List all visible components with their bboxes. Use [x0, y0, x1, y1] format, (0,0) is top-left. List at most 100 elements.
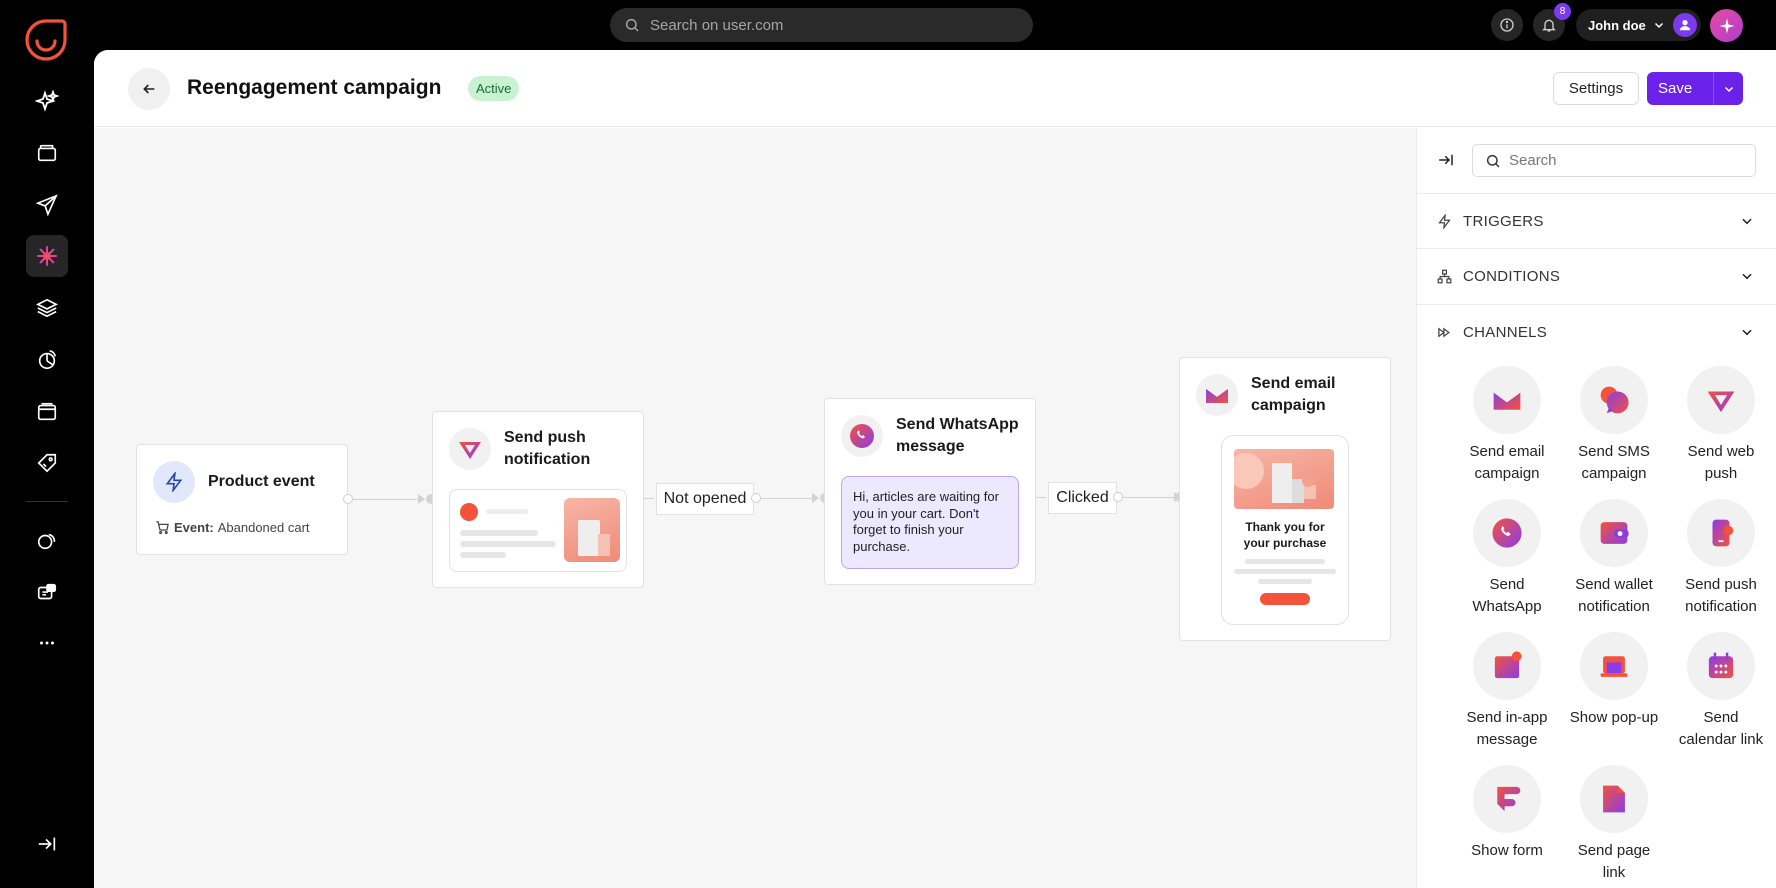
- tile-label-line: Send web: [1687, 443, 1755, 460]
- channel-show-pop-up[interactable]: Show pop-up: [1559, 632, 1669, 729]
- placeholder-line: [1245, 559, 1325, 564]
- tile-label-line: push: [1704, 465, 1738, 482]
- email-preview-image: [1234, 449, 1334, 509]
- nav-layers[interactable]: [26, 287, 68, 329]
- tile-label: Send WhatsApp: [1452, 574, 1562, 618]
- settings-button[interactable]: Settings: [1553, 72, 1639, 105]
- connector-label-clicked[interactable]: Clicked: [1048, 482, 1117, 514]
- expand-sidebar-icon: [38, 837, 56, 851]
- global-search-input[interactable]: Search on user.com: [610, 8, 1033, 42]
- tile-icon-circle: [1687, 366, 1755, 434]
- email-preview-cta: [1260, 593, 1310, 605]
- section-triggers[interactable]: TRIGGERS: [1417, 193, 1776, 248]
- chevron-down-icon: [1654, 22, 1663, 29]
- wallet-icon: [1600, 522, 1629, 544]
- nav-sparkles[interactable]: [26, 81, 68, 123]
- save-button[interactable]: Save: [1647, 72, 1743, 105]
- nav-automation[interactable]: [26, 235, 68, 277]
- node-icon-circle: [1196, 374, 1238, 416]
- output-port[interactable]: [343, 494, 353, 504]
- user-name: John doe: [1588, 17, 1646, 33]
- connector-line: [1123, 497, 1175, 498]
- nav-analytics[interactable]: [26, 339, 68, 381]
- tile-label: Send web push: [1666, 441, 1776, 485]
- support-icon: [37, 583, 57, 600]
- placeholder-line: [486, 509, 528, 514]
- connector-line: [761, 498, 813, 499]
- tile-label-line: Send: [1703, 709, 1739, 726]
- nav-send[interactable]: [26, 184, 68, 226]
- nav-browser[interactable]: [26, 391, 68, 433]
- tile-label: Send calendar link: [1666, 707, 1776, 751]
- placeholder-line: [460, 552, 506, 558]
- tags-icon: [37, 453, 57, 473]
- channel-send-calendar-link[interactable]: Send calendar link: [1666, 632, 1776, 751]
- email-preview-line: your purchase: [1243, 536, 1327, 550]
- info-button[interactable]: [1491, 9, 1523, 41]
- node-send-whatsapp[interactable]: Send WhatsApp message Hi, articles are w…: [824, 398, 1036, 585]
- channel-send-page-link[interactable]: Send page link: [1559, 765, 1669, 884]
- tile-label-line: Send wallet: [1575, 576, 1653, 593]
- section-channels[interactable]: CHANNELS: [1417, 304, 1776, 359]
- placeholder-line: [1234, 569, 1336, 574]
- tile-icon-circle: [1580, 366, 1648, 434]
- channel-send-web-push[interactable]: Send web push: [1666, 366, 1776, 485]
- logo-icon[interactable]: [24, 18, 68, 67]
- channel-send-whatsapp[interactable]: Send WhatsApp: [1452, 499, 1562, 618]
- tile-label: Send page link: [1559, 840, 1669, 884]
- in-app-message-icon: [1494, 651, 1522, 679]
- output-port[interactable]: [751, 493, 761, 503]
- collapse-panel-button[interactable]: [1437, 151, 1455, 174]
- calendar-icon: [1708, 652, 1734, 679]
- page-link-icon: [1603, 785, 1625, 813]
- notifications-button[interactable]: 8: [1533, 3, 1571, 41]
- product-box-shape: [578, 520, 600, 556]
- panel-search-input[interactable]: Search: [1472, 144, 1756, 177]
- channel-send-sms-campaign[interactable]: Send SMS campaign: [1559, 366, 1669, 485]
- workflow-canvas[interactable]: Product event Event: Abandoned cart Send…: [94, 128, 1416, 888]
- decor-circle: [1234, 453, 1264, 489]
- node-title: Send email campaign: [1251, 373, 1335, 417]
- channel-send-email-campaign[interactable]: Send email campaign: [1452, 366, 1562, 485]
- section-triggers-label: TRIGGERS: [1463, 212, 1544, 230]
- save-button-label: Save: [1658, 80, 1693, 97]
- node-event-value: Abandoned cart: [217, 520, 310, 535]
- channel-send-in-app-message[interactable]: Send in-app message: [1452, 632, 1562, 751]
- ai-assistant-button[interactable]: [1710, 9, 1743, 42]
- nav-support[interactable]: [26, 572, 68, 614]
- tile-icon-circle: [1580, 632, 1648, 700]
- product-box-shape: [598, 534, 610, 556]
- back-button[interactable]: [128, 68, 170, 110]
- nav-expand[interactable]: [26, 823, 68, 865]
- chevron-down-icon: [1742, 329, 1752, 336]
- email-icon: [1205, 387, 1229, 403]
- connector-label-not-opened[interactable]: Not opened: [656, 483, 754, 515]
- nav-wallet[interactable]: [26, 132, 68, 174]
- channel-show-form[interactable]: Show form: [1452, 765, 1562, 862]
- sparkles-icon: [35, 90, 59, 112]
- nav-chat[interactable]: [26, 520, 68, 562]
- nav-tags[interactable]: [26, 442, 68, 484]
- section-conditions[interactable]: CONDITIONS: [1417, 248, 1776, 303]
- node-send-email[interactable]: Send email campaign Thank you for your p…: [1179, 357, 1391, 641]
- node-send-push[interactable]: Send push notification: [432, 411, 644, 588]
- channel-send-wallet-notification[interactable]: Send wallet notification: [1559, 499, 1669, 618]
- user-menu[interactable]: John doe: [1576, 9, 1701, 41]
- decor-circle: [1302, 475, 1314, 487]
- save-options-toggle[interactable]: [1713, 72, 1743, 105]
- node-product-event[interactable]: Product event Event: Abandoned cart: [136, 444, 348, 555]
- node-icon-circle: [449, 428, 491, 470]
- tile-label-line: message: [1476, 731, 1538, 748]
- output-port[interactable]: [1113, 492, 1123, 502]
- whatsapp-message-bubble: Hi, articles are waiting for you in your…: [841, 476, 1019, 569]
- tile-label-line: Send page: [1577, 842, 1651, 859]
- placeholder-line: [1258, 579, 1312, 584]
- channel-send-push-notification[interactable]: Send push notification: [1666, 499, 1776, 618]
- email-icon: [1493, 390, 1521, 410]
- nav-more[interactable]: [26, 622, 68, 664]
- tile-label-line: WhatsApp: [1472, 598, 1542, 615]
- tile-label-line: campaign: [1581, 465, 1647, 482]
- product-box-shape: [1304, 485, 1316, 499]
- email-preview-heading: Thank you for your purchase: [1222, 519, 1348, 551]
- hierarchy-icon: [1437, 269, 1452, 284]
